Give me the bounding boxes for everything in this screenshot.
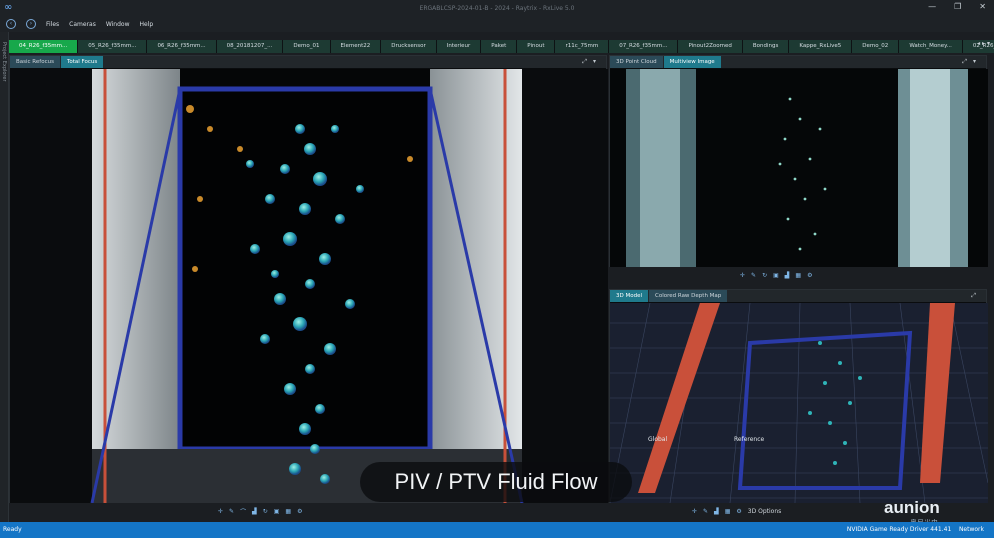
chart-icon[interactable]: ▟ (252, 508, 257, 515)
settings-icon[interactable]: ⚙ (297, 508, 302, 515)
pipette-icon[interactable]: ✎ (229, 508, 234, 515)
multiview-image[interactable] (610, 69, 988, 267)
grid-icon[interactable]: ▦ (725, 508, 731, 515)
project-tab[interactable]: Pinout (517, 40, 556, 53)
left-view-toolbar: ✛ ✎ ⌒ ▟ ↻ ▣ ▦ ⚙ (218, 505, 302, 517)
forward-icon[interactable]: › (26, 19, 36, 29)
tab-scroll-arrows[interactable]: ◂ ▸ ▾ (977, 40, 990, 47)
right-bottom-toolbar: ✛ ✎ ▟ ▦ ⚙ 3D Options (692, 505, 781, 517)
menu-bar: ‹ › Files Cameras Window Help (0, 16, 994, 32)
project-tab[interactable]: 07_R26_f35mm... (609, 40, 679, 53)
right-bottom-header: 3D Model Colored Raw Depth Map ⤢ (610, 290, 986, 302)
move-icon[interactable]: ✛ (218, 508, 223, 515)
project-tab[interactable]: Demo_01 (283, 40, 331, 53)
maximize-icon[interactable]: ❐ (954, 2, 961, 11)
project-tab[interactable]: Watch_Money... (899, 40, 963, 53)
3d-model-view[interactable] (610, 303, 988, 503)
project-explorer-sidebar[interactable]: Project Explorer (0, 32, 9, 522)
project-tab[interactable]: Paket (481, 40, 518, 53)
project-tab[interactable]: r11c_75mm (555, 40, 610, 53)
options-icon[interactable]: ⚙ (736, 508, 741, 515)
window-controls: — ❐ ✕ (928, 2, 986, 11)
global-axis-label: Global (648, 436, 668, 443)
tab-colored-raw-depth-map[interactable]: Colored Raw Depth Map (649, 290, 728, 302)
snapshot-icon[interactable]: ▣ (274, 508, 280, 515)
right-top-toolbar: ✛ ✎ ↻ ▣ ▟ ▦ ⚙ (740, 269, 812, 281)
grid-icon[interactable]: ▦ (795, 272, 801, 279)
move-icon[interactable]: ✛ (740, 272, 745, 279)
project-tab[interactable]: 04_R26_f35mm... (9, 40, 79, 53)
panel-controls-icon[interactable]: ⤢▾ (962, 58, 982, 66)
back-icon[interactable]: ‹ (6, 19, 16, 29)
project-tab[interactable]: Drucksensor (381, 40, 437, 53)
status-bar: Ready NVIDIA Game Ready Driver 441.41 Ne… (0, 522, 994, 538)
tab-basic-refocus[interactable]: Basic Refocus (10, 56, 60, 68)
network-status[interactable]: Network (959, 526, 984, 533)
close-icon[interactable]: ✕ (979, 2, 986, 11)
left-panel-header: Basic Refocus Total Focus ⤢▾ (10, 56, 606, 68)
tab-multiview-image[interactable]: Multiview Image (663, 56, 721, 68)
rotate-icon[interactable]: ↻ (263, 508, 268, 515)
project-tab[interactable]: 06_R26_f35mm... (147, 40, 217, 53)
chart-icon[interactable]: ▟ (785, 272, 790, 279)
status-ready: Ready (3, 526, 22, 533)
project-tab[interactable]: 08_20181207_... (216, 40, 284, 53)
move-icon[interactable]: ✛ (692, 508, 697, 515)
total-focus-image[interactable] (10, 69, 608, 503)
tab-total-focus[interactable]: Total Focus (60, 56, 104, 68)
minimize-icon[interactable]: — (928, 2, 936, 11)
pipette-icon[interactable]: ✎ (751, 272, 756, 279)
3d-options-button[interactable]: 3D Options (748, 508, 782, 515)
rotate-icon[interactable]: ↻ (762, 272, 767, 279)
watermark-brand: aunion (884, 498, 940, 517)
right-top-panel: 3D Point Cloud Multiview Image ⤢▾ (609, 55, 988, 267)
grid-icon[interactable]: ▦ (285, 508, 291, 515)
window-title: ERGABLCSP-2024-01-B - 2024 - Raytrix - R… (419, 4, 575, 12)
tab-3d-model[interactable]: 3D Model (610, 290, 648, 302)
panel-controls-icon[interactable]: ⤢ (971, 292, 982, 300)
settings-icon[interactable]: ⚙ (807, 272, 812, 279)
menu-files[interactable]: Files (46, 21, 59, 28)
right-bottom-panel: 3D Model Colored Raw Depth Map ⤢ Global … (609, 289, 988, 503)
panel-controls-icon[interactable]: ⤢▾ (582, 58, 602, 66)
measure-icon[interactable]: ⌒ (240, 507, 246, 516)
reference-axis-label: Reference (734, 436, 765, 443)
gpu-status[interactable]: NVIDIA Game Ready Driver 441.41 (847, 526, 951, 533)
tab-3d-point-cloud[interactable]: 3D Point Cloud (610, 56, 663, 68)
project-tab[interactable]: Element22 (330, 40, 382, 53)
menu-help[interactable]: Help (140, 21, 154, 28)
menu-window[interactable]: Window (106, 21, 130, 28)
project-tab[interactable]: Interieur (436, 40, 482, 53)
menu-cameras[interactable]: Cameras (69, 21, 96, 28)
project-tab-strip: 04_R26_f35mm... 05_R26_f35mm... 06_R26_f35… (9, 40, 994, 53)
left-view-panel: Basic Refocus Total Focus ⤢▾ (9, 55, 608, 503)
snapshot-icon[interactable]: ▣ (773, 272, 779, 279)
project-tab[interactable]: 05_R26_f35mm... (78, 40, 148, 53)
project-tab[interactable]: Demo_02 (852, 40, 900, 53)
right-top-header: 3D Point Cloud Multiview Image ⤢▾ (610, 56, 986, 68)
chart-icon[interactable]: ▟ (714, 508, 719, 515)
project-tab[interactable]: Kappe_RxLive5 (789, 40, 853, 53)
project-tab[interactable]: Bondings (742, 40, 790, 53)
pipette-icon[interactable]: ✎ (703, 508, 708, 515)
status-right: NVIDIA Game Ready Driver 441.41 Network (847, 522, 984, 538)
project-explorer-label: Project Explorer (1, 42, 7, 82)
video-caption: PIV / PTV Fluid Flow (360, 462, 632, 502)
project-tab[interactable]: Pinout2Zoomed (678, 40, 743, 53)
title-bar: ∞ ERGABLCSP-2024-01-B - 2024 - Raytrix -… (0, 0, 994, 16)
